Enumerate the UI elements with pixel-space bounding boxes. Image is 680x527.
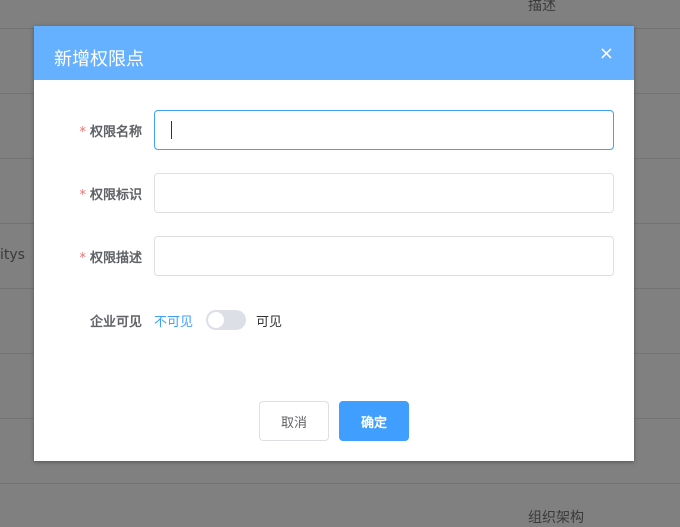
field-label: * 权限标识	[79, 184, 142, 203]
form-item-permission-name: * 权限名称	[34, 110, 634, 150]
add-permission-dialog: 新增权限点 × * 权限名称 * 权限标识 * 权限描述 企业可见 不可见 可见 取消…	[34, 26, 634, 461]
form-item-permission-code: * 权限标识	[34, 173, 634, 213]
confirm-button[interactable]: 确定	[339, 401, 409, 441]
permission-code-input[interactable]	[154, 173, 614, 213]
switch-inactive-text[interactable]: 不可见	[154, 311, 193, 330]
row-divider	[0, 483, 680, 484]
form-item-permission-description: * 权限描述	[34, 236, 634, 276]
form-item-enterprise-visible: 企业可见 不可见 可见	[34, 300, 634, 340]
field-label: * 权限描述	[79, 247, 142, 266]
cancel-button[interactable]: 取消	[259, 401, 329, 441]
row-cell-text: itys	[0, 247, 25, 263]
enterprise-visible-toggle[interactable]	[206, 310, 246, 330]
field-label: 企业可见	[89, 315, 142, 330]
text-caret	[171, 121, 172, 139]
dialog-title: 新增权限点	[54, 49, 144, 70]
toggle-knob	[208, 312, 224, 328]
permission-description-input[interactable]	[154, 236, 614, 276]
field-label: * 权限名称	[79, 121, 142, 140]
label-text: 权限标识	[89, 188, 142, 203]
required-mark: *	[79, 188, 86, 203]
required-mark: *	[79, 251, 86, 266]
close-icon[interactable]: ×	[599, 43, 614, 64]
row-cell-org: 组织架构	[528, 510, 584, 526]
label-text: 权限描述	[89, 251, 142, 266]
column-header-description: 描述	[528, 0, 556, 14]
dialog-header: 新增权限点 ×	[34, 26, 634, 80]
switch-active-text[interactable]: 可见	[256, 311, 282, 330]
label-text: 权限名称	[89, 125, 142, 140]
permission-name-input[interactable]	[154, 110, 614, 150]
required-mark: *	[79, 125, 86, 140]
